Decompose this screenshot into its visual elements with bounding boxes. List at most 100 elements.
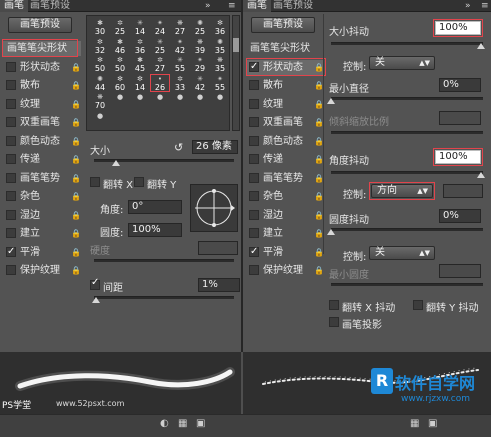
- brush-tip[interactable]: ●: [111, 93, 129, 109]
- control-select-3[interactable]: 关 ▲▼: [369, 246, 435, 260]
- lock-icon[interactable]: 🔒: [71, 97, 81, 112]
- spacing-checkbox[interactable]: [90, 277, 100, 290]
- brush-setting-7[interactable]: 画笔笔势 🔒: [246, 171, 324, 186]
- grid-icon[interactable]: ▦: [178, 418, 187, 429]
- flip-y-jitter-checkbox[interactable]: [413, 300, 423, 310]
- brush-setting-checkbox[interactable]: [6, 244, 16, 259]
- size-slider-thumb[interactable]: [112, 160, 120, 166]
- tab-brush[interactable]: 画笔: [0, 0, 28, 12]
- brush-setting-6[interactable]: 传递 🔒: [246, 152, 324, 167]
- brush-setting-2[interactable]: 散布 🔒: [246, 78, 324, 93]
- brush-setting-checkbox[interactable]: [249, 228, 259, 238]
- size-jitter-thumb[interactable]: [477, 43, 485, 49]
- brush-tip[interactable]: • 26: [150, 73, 170, 92]
- angle-jitter-thumb[interactable]: [477, 172, 485, 178]
- brush-setting-0[interactable]: 画笔笔尖形状: [246, 41, 324, 56]
- brush-tip[interactable]: ✼ 50: [111, 56, 129, 73]
- brush-tip[interactable]: ✲ 36: [131, 38, 149, 55]
- new-brush-icon[interactable]: ▣: [196, 418, 205, 429]
- brush-tip[interactable]: ✱ 46: [111, 38, 129, 55]
- brush-grid-scrollbar[interactable]: [232, 15, 240, 131]
- lock-icon[interactable]: 🔒: [71, 171, 81, 186]
- brush-tip[interactable]: ✼ 14: [131, 75, 149, 92]
- brush-setting-10[interactable]: 建立 🔒: [3, 226, 81, 241]
- brush-tip[interactable]: ✲ 27: [151, 56, 169, 73]
- grid-icon[interactable]: ▦: [410, 418, 419, 429]
- brush-setting-checkbox[interactable]: [249, 98, 259, 109]
- brush-tip[interactable]: ✲ 33: [171, 75, 189, 92]
- brush-setting-checkbox[interactable]: [6, 135, 16, 146]
- brush-setting-checkbox[interactable]: [6, 209, 16, 220]
- brush-tip[interactable]: ●: [151, 93, 169, 109]
- brush-setting-1[interactable]: 形状动态🔒: [246, 57, 326, 76]
- tab-brush[interactable]: 画笔: [243, 0, 271, 12]
- brush-setting-1[interactable]: 形状动态🔒: [3, 60, 81, 75]
- brush-tip[interactable]: ✴ 24: [151, 19, 169, 36]
- roundness-jitter-slider[interactable]: [331, 228, 483, 231]
- panel-menu-icon[interactable]: ≡: [228, 0, 236, 12]
- brush-tip[interactable]: ✻ 60: [111, 75, 129, 92]
- size-field[interactable]: 26 像素: [192, 140, 238, 154]
- brush-setting-checkbox[interactable]: [6, 228, 16, 238]
- brush-setting-8[interactable]: 杂色 🔒: [3, 189, 81, 204]
- brush-tip[interactable]: ❋ 39: [191, 38, 209, 55]
- roundness-jitter-thumb[interactable]: [327, 229, 335, 235]
- brush-setting-checkbox[interactable]: [249, 209, 259, 220]
- brush-tip[interactable]: ✱ 30: [91, 19, 109, 36]
- flip-y-checkbox[interactable]: [134, 177, 144, 187]
- brush-setting-9[interactable]: 湿边 🔒: [246, 208, 324, 223]
- brush-tip[interactable]: ✳ 42: [191, 75, 209, 92]
- min-diameter-field[interactable]: 0%: [439, 78, 481, 92]
- brush-tip[interactable]: ✻ 50: [91, 56, 109, 73]
- brush-setting-checkbox[interactable]: [6, 117, 16, 127]
- lock-icon[interactable]: 🔒: [71, 245, 81, 260]
- brush-setting-2[interactable]: 散布 🔒: [3, 78, 81, 93]
- min-diameter-slider[interactable]: [331, 97, 483, 100]
- flip-x-jitter-checkbox[interactable]: [329, 300, 339, 310]
- lock-icon[interactable]: 🔒: [71, 152, 81, 167]
- control-select-1[interactable]: 关 ▲▼: [369, 56, 435, 70]
- lock-icon[interactable]: 🔒: [71, 263, 81, 278]
- brush-tip[interactable]: ●: [211, 93, 229, 109]
- brush-tip[interactable]: ●: [191, 93, 209, 109]
- brush-tip[interactable]: ✺ 44: [91, 75, 109, 92]
- collapse-icon[interactable]: »: [465, 0, 471, 12]
- brush-setting-checkbox[interactable]: [249, 265, 259, 275]
- new-brush-icon[interactable]: ▣: [428, 418, 437, 429]
- spacing-slider-thumb[interactable]: [92, 297, 100, 303]
- lock-icon[interactable]: 🔒: [71, 78, 81, 93]
- brush-setting-8[interactable]: 杂色 🔒: [246, 189, 324, 204]
- brush-projection-checkbox[interactable]: [329, 317, 339, 327]
- brush-setting-7[interactable]: 画笔笔势 🔒: [3, 171, 81, 186]
- brush-tip[interactable]: ✱ 45: [131, 56, 149, 73]
- brush-setting-0[interactable]: 画笔笔尖形状: [2, 39, 81, 57]
- size-jitter-slider[interactable]: [331, 42, 483, 45]
- brush-setting-12[interactable]: 保护纹理 🔒: [3, 263, 81, 278]
- brush-setting-checkbox[interactable]: [6, 265, 16, 275]
- brush-setting-checkbox[interactable]: [6, 98, 16, 109]
- lock-icon[interactable]: 🔒: [71, 115, 81, 130]
- brush-setting-9[interactable]: 湿边 🔒: [3, 208, 81, 223]
- brush-setting-checkbox[interactable]: [6, 154, 16, 164]
- angle-field[interactable]: 0°: [128, 200, 182, 214]
- lock-icon[interactable]: 🔒: [314, 263, 324, 278]
- angle-roundness-widget[interactable]: [190, 184, 238, 232]
- roundness-jitter-field[interactable]: 0%: [439, 209, 481, 223]
- brush-setting-6[interactable]: 传递 🔒: [3, 152, 81, 167]
- roundness-field[interactable]: 100%: [128, 223, 182, 237]
- scrollbar-thumb[interactable]: [233, 38, 239, 52]
- collapse-icon[interactable]: »: [205, 0, 211, 12]
- brush-setting-checkbox[interactable]: [249, 172, 259, 183]
- brush-tip[interactable]: ✴ 42: [171, 38, 189, 55]
- panel-menu-icon[interactable]: ≡: [481, 0, 489, 12]
- brush-setting-10[interactable]: 建立 🔒: [246, 226, 324, 241]
- lock-icon[interactable]: 🔒: [71, 189, 81, 204]
- brush-tip[interactable]: ❋ 35: [211, 56, 229, 73]
- brush-tip[interactable]: ✼ 32: [91, 38, 109, 55]
- lock-icon[interactable]: 🔒: [71, 134, 81, 149]
- brush-tip[interactable]: ●: [171, 93, 189, 109]
- brush-tip[interactable]: ✴ 29: [191, 56, 209, 73]
- brush-setting-checkbox[interactable]: [249, 244, 259, 259]
- brush-setting-checkbox[interactable]: [6, 172, 16, 183]
- brush-setting-checkbox[interactable]: [249, 80, 259, 90]
